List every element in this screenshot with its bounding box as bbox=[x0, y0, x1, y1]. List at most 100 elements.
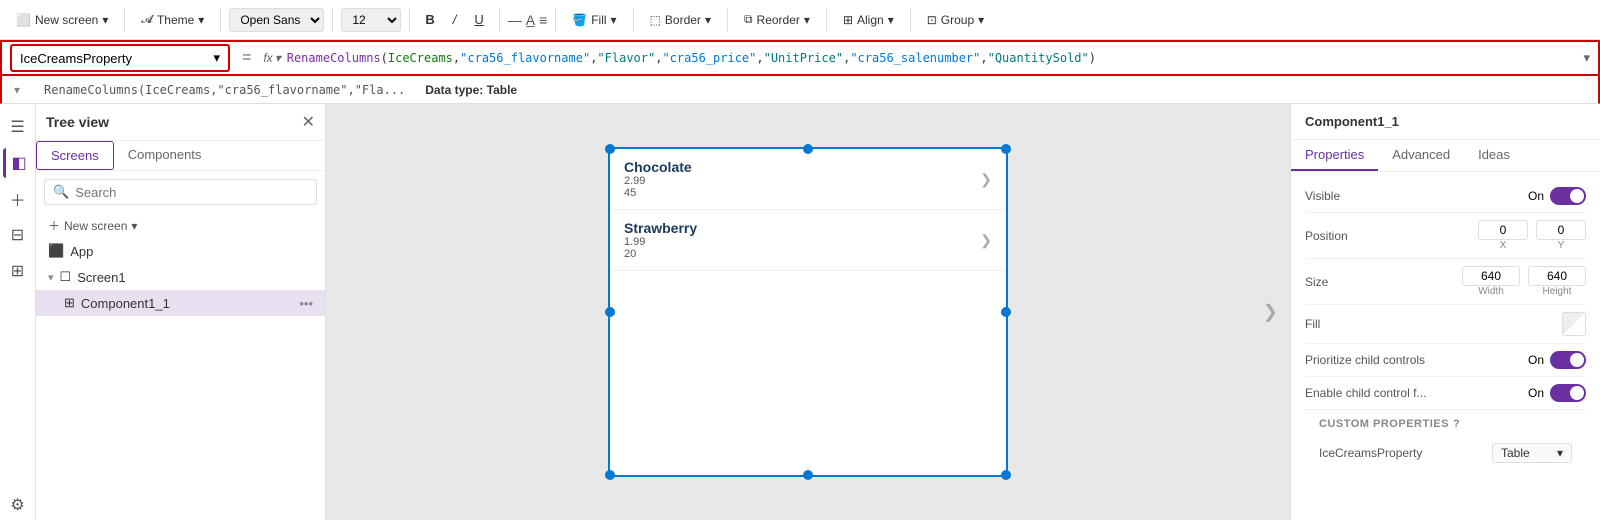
item-quantity-chocolate: 45 bbox=[624, 187, 692, 199]
prop-size: Size Width Height bbox=[1305, 259, 1586, 305]
plus-icon[interactable]: ＋ bbox=[3, 184, 33, 214]
property-chevron: ▾ bbox=[213, 50, 220, 66]
data-icon[interactable]: ⊟ bbox=[3, 220, 33, 250]
prioritize-toggle-switch[interactable] bbox=[1550, 351, 1586, 369]
list-item-strawberry[interactable]: Strawberry 1.99 20 ❯ bbox=[610, 210, 1006, 271]
theme-button[interactable]: 𝓐 Theme ▾ bbox=[133, 8, 212, 31]
border-chevron: ▾ bbox=[705, 13, 711, 27]
visible-toggle-switch[interactable] bbox=[1550, 187, 1586, 205]
app-icon: ⬛ bbox=[48, 243, 64, 259]
enable-child-toggle-switch[interactable] bbox=[1550, 384, 1586, 402]
tab-components[interactable]: Components bbox=[114, 141, 216, 170]
italic-button[interactable]: / bbox=[446, 9, 464, 30]
tab-properties[interactable]: Properties bbox=[1291, 140, 1378, 171]
strikethrough-icon[interactable]: — bbox=[508, 12, 522, 28]
handle-top-center[interactable] bbox=[803, 144, 813, 154]
handle-bottom-center[interactable] bbox=[803, 470, 813, 480]
fill-color-picker[interactable] bbox=[1562, 312, 1586, 336]
formula-text: RenameColumns(IceCreams,"cra56_flavornam… bbox=[287, 51, 1096, 65]
tree-search-container: 🔍 bbox=[44, 179, 317, 205]
align-button[interactable]: ⊞ Align ▾ bbox=[835, 9, 902, 31]
theme-label: Theme bbox=[157, 13, 194, 27]
divider-5 bbox=[499, 8, 500, 32]
underline-button[interactable]: U bbox=[467, 9, 490, 30]
custom-prop-icecreams-label: IceCreamsProperty bbox=[1319, 446, 1484, 460]
tab-advanced[interactable]: Advanced bbox=[1378, 140, 1464, 171]
fill-button[interactable]: 🪣 Fill ▾ bbox=[564, 9, 624, 31]
screen-icon: ☐ bbox=[60, 269, 72, 285]
formula-bar-chevron[interactable]: ▾ bbox=[1583, 50, 1590, 66]
handle-top-right[interactable] bbox=[1001, 144, 1011, 154]
tree-item-component1-1[interactable]: ⊞ Component1_1 ••• bbox=[36, 290, 325, 316]
new-screen-tree-chevron: ▾ bbox=[131, 219, 137, 233]
bold-button[interactable]: B bbox=[418, 9, 441, 30]
fx-button[interactable]: fx ▾ bbox=[263, 51, 280, 65]
border-button[interactable]: ⬚ Border ▾ bbox=[642, 9, 719, 31]
size-width-input[interactable] bbox=[1462, 266, 1520, 286]
new-screen-icon: ⬜ bbox=[16, 13, 31, 27]
reorder-label: Reorder bbox=[757, 13, 800, 27]
tab-screens[interactable]: Screens bbox=[36, 141, 114, 170]
new-screen-button[interactable]: ⬜ New screen ▾ bbox=[8, 9, 116, 31]
equals-sign: = bbox=[242, 49, 251, 67]
coord-x-group: X bbox=[1478, 220, 1528, 251]
coord-y-label: Y bbox=[1558, 240, 1565, 251]
handle-middle-left[interactable] bbox=[605, 307, 615, 317]
custom-properties-help-icon[interactable]: ? bbox=[1453, 418, 1460, 430]
component-canvas[interactable]: Chocolate 2.99 45 ❯ Strawberry 1.99 20 ❯ bbox=[608, 147, 1008, 477]
components-icon[interactable]: ⊞ bbox=[3, 256, 33, 286]
custom-prop-icecreams-value[interactable]: Table ▾ bbox=[1492, 443, 1572, 463]
tab-ideas[interactable]: Ideas bbox=[1464, 140, 1524, 171]
coord-x-input[interactable] bbox=[1478, 220, 1528, 240]
item-price-chocolate: 2.99 bbox=[624, 175, 692, 187]
fx-label: fx bbox=[263, 51, 272, 65]
coord-y-input[interactable] bbox=[1536, 220, 1586, 240]
prop-enable-child-label: Enable child control f... bbox=[1305, 386, 1528, 400]
size-width-label: Width bbox=[1478, 286, 1504, 297]
size-height-input[interactable] bbox=[1528, 266, 1586, 286]
theme-chevron: ▾ bbox=[198, 13, 204, 27]
custom-properties-label: CUSTOM PROPERTIES bbox=[1319, 418, 1449, 430]
property-selector[interactable]: IceCreamsProperty ▾ bbox=[10, 44, 230, 72]
handle-top-left[interactable] bbox=[605, 144, 615, 154]
prop-fill-label: Fill bbox=[1305, 317, 1562, 331]
handle-bottom-right[interactable] bbox=[1001, 470, 1011, 480]
tree-item-screen1[interactable]: ▾ ☐ Screen1 bbox=[36, 264, 325, 290]
tree-close-button[interactable]: ✕ bbox=[302, 112, 315, 132]
divider-7 bbox=[633, 8, 634, 32]
font-size-selector[interactable]: 12 bbox=[341, 8, 401, 32]
formula-suggestion-text: RenameColumns(IceCreams,"cra56_flavornam… bbox=[44, 83, 405, 97]
custom-prop-icecrems: IceCreamsProperty Table ▾ bbox=[1305, 438, 1586, 468]
tree-tabs: Screens Components bbox=[36, 141, 325, 171]
hamburger-icon[interactable]: ☰ bbox=[3, 112, 33, 142]
handle-bottom-left[interactable] bbox=[605, 470, 615, 480]
prop-visible-on-label: On bbox=[1528, 189, 1544, 203]
text-align-icon[interactable]: ≡ bbox=[539, 12, 547, 28]
search-input[interactable] bbox=[75, 185, 308, 200]
new-screen-tree-button[interactable]: ＋ New screen ▾ bbox=[36, 213, 325, 238]
variables-icon[interactable]: ⚙ bbox=[3, 490, 33, 520]
fill-icon: 🪣 bbox=[572, 13, 587, 27]
font-selector[interactable]: Open Sans bbox=[229, 8, 324, 32]
fx-chevron: ▾ bbox=[275, 51, 281, 65]
theme-icon: 𝓐 bbox=[141, 12, 153, 27]
property-name: IceCreamsProperty bbox=[20, 51, 132, 66]
align-chevron: ▾ bbox=[888, 13, 894, 27]
group-button[interactable]: ⊡ Group ▾ bbox=[919, 9, 992, 31]
canvas-right-arrow[interactable]: ❯ bbox=[1259, 298, 1282, 327]
data-type-display: Data type: Table bbox=[425, 83, 517, 97]
item-options-dots[interactable]: ••• bbox=[299, 296, 313, 311]
handle-middle-right[interactable] bbox=[1001, 307, 1011, 317]
font-color-icon[interactable]: A̲ bbox=[526, 12, 535, 28]
item-name-strawberry: Strawberry bbox=[624, 220, 697, 236]
right-properties-panel: Visible On Position X Y bbox=[1291, 172, 1600, 520]
reorder-button[interactable]: ⧉ Reorder ▾ bbox=[736, 8, 818, 31]
right-panel: Component1_1 Properties Advanced Ideas V… bbox=[1290, 104, 1600, 520]
tree-item-app[interactable]: ⬛ App bbox=[36, 238, 325, 264]
align-label: Align bbox=[857, 13, 884, 27]
list-item-chocolate[interactable]: Chocolate 2.99 45 ❯ bbox=[610, 149, 1006, 210]
prop-prioritize-label: Prioritize child controls bbox=[1305, 353, 1528, 367]
custom-prop-icecreams-chevron: ▾ bbox=[1557, 446, 1563, 460]
canvas-area: ❯ Chocolate 2.99 45 ❯ bbox=[326, 104, 1290, 520]
layers-icon[interactable]: ◧ bbox=[3, 148, 33, 178]
